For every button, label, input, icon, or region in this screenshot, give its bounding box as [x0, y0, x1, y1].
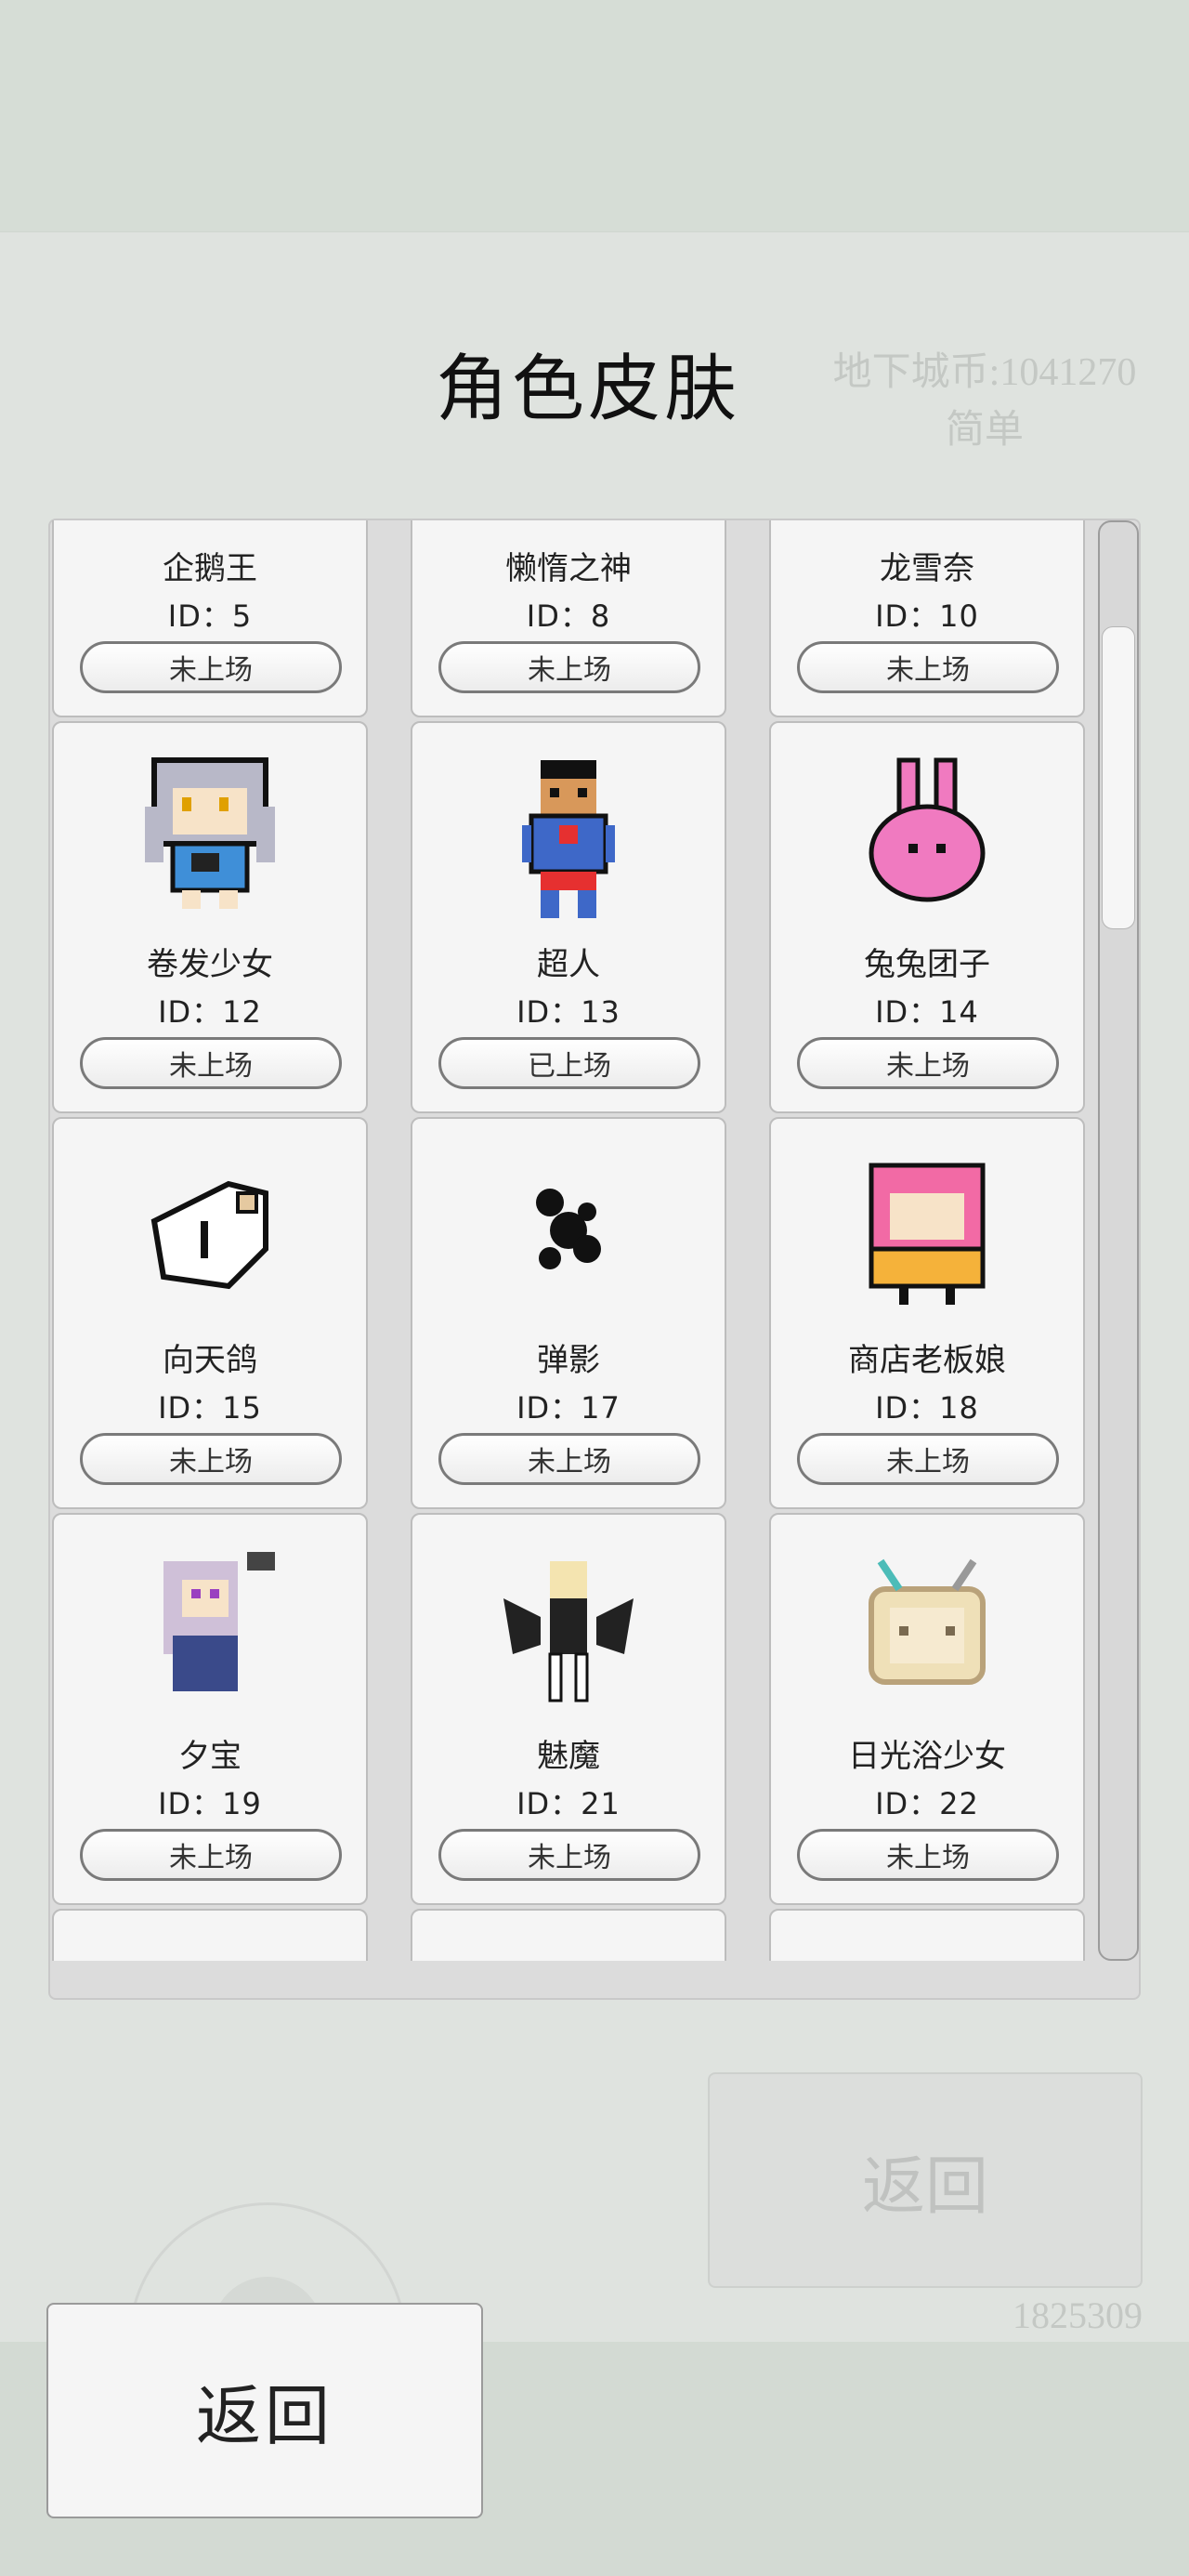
deploy-status-button[interactable]: 已上场 — [438, 1037, 700, 1089]
skin-card[interactable]: 懒惰之神 ID：8 未上场 — [411, 520, 726, 717]
scrollbar-thumb[interactable] — [1102, 626, 1135, 929]
skin-id: ID：19 — [158, 1786, 262, 1821]
background-header — [0, 0, 1189, 232]
skin-card[interactable]: 企鹅王 ID：5 未上场 — [52, 520, 368, 717]
skin-name: 超人 — [537, 946, 600, 983]
skin-name: 魅魔 — [537, 1738, 600, 1775]
skin-id: ID：22 — [875, 1786, 979, 1821]
back-button[interactable]: 返回 — [46, 2303, 483, 2518]
deploy-status-button[interactable]: 未上场 — [438, 1433, 700, 1485]
skin-card[interactable]: 弹影 ID：17 未上场 — [411, 1117, 726, 1509]
skin-name: 日光浴少女 — [848, 1738, 1006, 1775]
skin-id: ID：15 — [158, 1390, 262, 1426]
deploy-status-button[interactable]: 未上场 — [80, 641, 342, 693]
skin-name: 卷发少女 — [147, 946, 273, 983]
succubus-icon — [412, 1524, 725, 1728]
purple-char-icon — [771, 1920, 1083, 1961]
skin-id: ID：12 — [158, 994, 262, 1030]
skin-card[interactable]: 日光浴少女 ID：22 未上场 — [769, 1513, 1085, 1905]
deploy-status-button[interactable]: 未上场 — [438, 1829, 700, 1881]
skin-card[interactable]: 夕宝 ID：19 未上场 — [52, 1513, 368, 1905]
skin-name: 企鹅王 — [163, 550, 257, 587]
skin-card[interactable]: 商店老板娘 ID：18 未上场 — [769, 1117, 1085, 1509]
skin-id: ID：17 — [516, 1390, 621, 1426]
skin-id: ID：18 — [875, 1390, 979, 1426]
skin-name: 弹影 — [537, 1342, 600, 1379]
background-back-button: 返回 — [708, 2072, 1143, 2288]
deploy-status-button[interactable]: 未上场 — [80, 1037, 342, 1089]
curly-hair-girl-icon — [54, 732, 366, 937]
skin-panel: 企鹅王 ID：5 未上场 懒惰之神 ID：8 未上场 龙雪奈 ID：10 未上场… — [48, 519, 1141, 2000]
skin-name: 兔兔团子 — [864, 946, 990, 983]
cat-char-icon — [412, 1920, 725, 1961]
skin-name: 懒惰之神 — [505, 550, 632, 587]
skin-card[interactable] — [52, 1909, 368, 1961]
skin-id: ID：10 — [875, 598, 979, 634]
bunny-dumpling-icon — [771, 732, 1083, 937]
skin-card[interactable]: 兔兔团子 ID：14 未上场 — [769, 721, 1085, 1113]
deploy-status-button[interactable]: 未上场 — [80, 1433, 342, 1485]
deploy-status-button[interactable]: 未上场 — [80, 1829, 342, 1881]
skin-id: ID：14 — [875, 994, 979, 1030]
deploy-status-button[interactable]: 未上场 — [797, 1037, 1059, 1089]
skin-name: 龙雪奈 — [880, 550, 974, 587]
skin-name: 商店老板娘 — [848, 1342, 1006, 1379]
skin-id: ID：13 — [516, 994, 621, 1030]
skin-name: 向天鸽 — [163, 1342, 257, 1379]
deploy-status-button[interactable]: 未上场 — [797, 641, 1059, 693]
skin-card[interactable]: 龙雪奈 ID：10 未上场 — [769, 520, 1085, 717]
penguin-king-icon — [54, 520, 366, 541]
page-title: 角色皮肤 — [435, 348, 740, 431]
pigeon-icon — [54, 1128, 366, 1333]
pink-char-icon — [54, 1920, 366, 1961]
deploy-status-button[interactable]: 未上场 — [797, 1829, 1059, 1881]
skin-card[interactable]: 向天鸽 ID：15 未上场 — [52, 1117, 368, 1509]
skin-card[interactable] — [411, 1909, 726, 1961]
shop-owner-icon — [771, 1128, 1083, 1333]
skin-list-viewport[interactable]: 企鹅王 ID：5 未上场 懒惰之神 ID：8 未上场 龙雪奈 ID：10 未上场… — [50, 520, 1092, 1961]
deploy-status-button[interactable]: 未上场 — [797, 1433, 1059, 1485]
skin-id: ID：8 — [526, 598, 611, 634]
superman-icon — [412, 732, 725, 937]
shadow-ball-icon — [412, 1128, 725, 1333]
skin-id: ID：5 — [167, 598, 253, 634]
sloth-god-icon — [412, 520, 725, 541]
skin-card[interactable] — [769, 1909, 1085, 1961]
skin-grid: 企鹅王 ID：5 未上场 懒惰之神 ID：8 未上场 龙雪奈 ID：10 未上场… — [50, 520, 1092, 1961]
deploy-status-button[interactable]: 未上场 — [438, 641, 700, 693]
skin-card[interactable]: 卷发少女 ID：12 未上场 — [52, 721, 368, 1113]
background-number: 1825309 — [1013, 2294, 1143, 2336]
skin-id: ID：21 — [516, 1786, 621, 1821]
skin-name: 夕宝 — [178, 1738, 242, 1775]
scrollbar-track[interactable] — [1098, 520, 1139, 1961]
skin-card[interactable]: 超人 ID：13 已上场 — [411, 721, 726, 1113]
skin-card[interactable]: 魅魔 ID：21 未上场 — [411, 1513, 726, 1905]
tv-girl-icon — [771, 1524, 1083, 1728]
long-xuenai-icon — [771, 520, 1083, 541]
xibao-girl-icon — [54, 1524, 366, 1728]
